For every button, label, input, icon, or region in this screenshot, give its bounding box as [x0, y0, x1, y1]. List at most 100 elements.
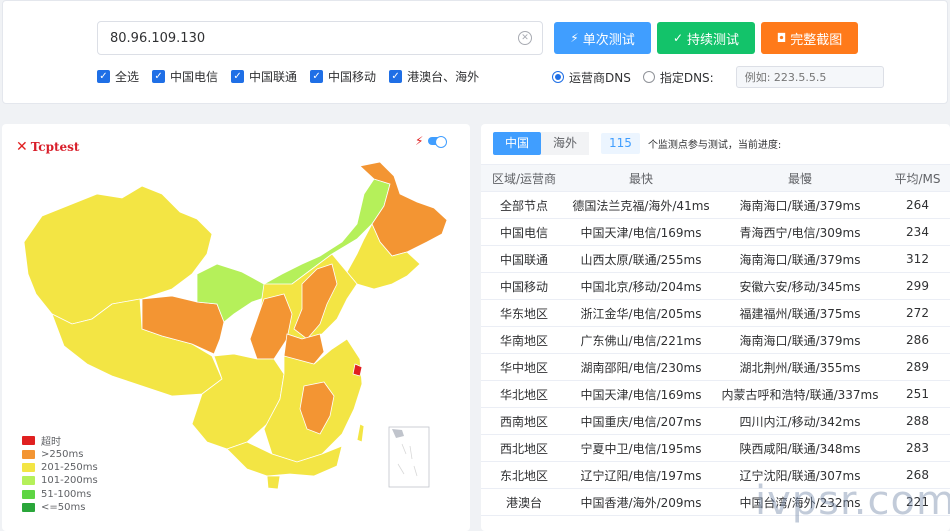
header-fastest: 最快	[567, 164, 715, 192]
cell-average: 234	[885, 218, 950, 246]
checkbox-label: 中国移动	[328, 70, 377, 84]
header-region: 区域/运营商	[481, 164, 567, 192]
cell-slowest: 福建福州/联通/375ms	[715, 299, 885, 327]
map-toggle-switch[interactable]	[428, 136, 447, 148]
test-control-panel: ✕ ⚡ 单次测试 ✓ 持续测试 ◘ 完整截图 ✓ 全选 ✓ 中国电信 ✓ 中国联…	[2, 0, 948, 104]
cell-slowest: 青海西宁/电信/309ms	[715, 218, 885, 246]
cell-fastest: 浙江金华/电信/205ms	[567, 299, 715, 327]
cell-average: 299	[885, 272, 950, 300]
cell-average: 251	[885, 380, 950, 408]
legend-label: 超时	[41, 437, 61, 449]
cell-region: 华南地区	[481, 326, 567, 354]
cell-region: 华东地区	[481, 299, 567, 327]
table-row[interactable]: 西南地区 中国重庆/电信/207ms 四川内江/移动/342ms 288	[481, 407, 950, 435]
map-region-taiwan[interactable]	[356, 423, 365, 443]
cell-fastest: 湖南邵阳/电信/230ms	[567, 353, 715, 381]
cell-fastest: 广东佛山/电信/221ms	[567, 326, 715, 354]
cell-fastest: 中国香港/海外/209ms	[567, 488, 715, 516]
checkbox-unicom[interactable]: ✓ 中国联通	[231, 68, 297, 85]
cell-region: 中国移动	[481, 272, 567, 300]
checkbox-checked-icon[interactable]: ✓	[97, 70, 110, 83]
cell-region: 港澳台	[481, 488, 567, 516]
legend-item[interactable]: 101-200ms	[22, 474, 98, 487]
checkbox-label: 港澳台、海外	[407, 70, 480, 84]
checkbox-checked-icon[interactable]: ✓	[152, 70, 166, 83]
legend-label: <=50ms	[41, 502, 86, 514]
table-body: 全部节点 德国法兰克福/海外/41ms 海南海口/联通/379ms 264 中国电信 中国…	[481, 191, 950, 516]
ip-input-wrapper: ✕	[97, 21, 543, 55]
legend-swatch	[22, 476, 35, 486]
cell-fastest: 德国法兰克福/海外/41ms	[567, 191, 715, 219]
cell-slowest: 海南海口/联通/379ms	[715, 245, 885, 273]
legend-item[interactable]: >250ms	[22, 447, 98, 460]
camera-icon: ◘	[776, 31, 787, 45]
cell-slowest: 海南海口/联通/379ms	[715, 326, 885, 354]
cell-slowest: 湖北荆州/联通/355ms	[715, 353, 885, 381]
table-row[interactable]: 中国电信 中国天津/电信/169ms 青海西宁/电信/309ms 234	[481, 218, 950, 246]
table-row[interactable]: 华中地区 湖南邵阳/电信/230ms 湖北荆州/联通/355ms 289	[481, 353, 950, 381]
inset-shape	[392, 429, 404, 438]
cell-fastest: 中国天津/电信/169ms	[567, 218, 715, 246]
south-china-sea-inset	[388, 426, 430, 488]
tab-overseas[interactable]: 海外	[541, 132, 590, 155]
ip-input[interactable]	[98, 22, 542, 54]
cell-average: 289	[885, 353, 950, 381]
table-row[interactable]: 中国联通 山西太原/联通/255ms 海南海口/联通/379ms 312	[481, 245, 950, 273]
legend-swatch	[22, 489, 35, 499]
table-row[interactable]: 西北地区 宁夏中卫/电信/195ms 陕西咸阳/联通/348ms 283	[481, 434, 950, 462]
header-average: 平均/MS	[885, 164, 950, 192]
continuous-test-button[interactable]: ✓ 持续测试	[657, 22, 755, 54]
continuous-test-label: 持续测试	[687, 32, 740, 48]
checkbox-label: 中国联通	[249, 70, 298, 84]
checkbox-checked-icon[interactable]: ✓	[310, 70, 324, 83]
checkbox-mobile[interactable]: ✓ 中国移动	[310, 68, 376, 85]
table-row[interactable]: 华东地区 浙江金华/电信/205ms 福建福州/联通/375ms 272	[481, 299, 950, 327]
legend-swatch	[22, 462, 35, 472]
cell-average: 283	[885, 434, 950, 462]
radio-checked-icon[interactable]	[552, 71, 564, 83]
cell-slowest: 安徽六安/移动/345ms	[715, 272, 885, 300]
checkbox-overseas[interactable]: ✓ 港澳台、海外	[389, 68, 479, 85]
checkbox-checked-icon[interactable]: ✓	[389, 70, 403, 83]
progress-text: 个监测点参与测试，当前进度:	[647, 140, 782, 151]
cell-average: 288	[885, 407, 950, 435]
cell-region: 西北地区	[481, 434, 567, 462]
custom-dns-input[interactable]	[735, 66, 884, 88]
isp-checkbox-group: ✓ 全选 ✓ 中国电信 ✓ 中国联通 ✓ 中国移动 ✓ 港澳台、海外	[97, 68, 492, 85]
legend-item[interactable]: 超时	[22, 434, 98, 449]
full-screenshot-label: 完整截图	[790, 32, 843, 48]
cell-slowest: 内蒙古呼和浩特/联通/337ms	[715, 380, 885, 408]
logo-mark-icon: ✕	[16, 139, 28, 155]
single-test-label: 单次测试	[582, 32, 635, 48]
cell-region: 华北地区	[481, 380, 567, 408]
cell-average: 286	[885, 326, 950, 354]
cell-region: 东北地区	[481, 461, 567, 489]
cell-slowest: 四川内江/移动/342ms	[715, 407, 885, 435]
lightning-icon: ⚡	[415, 134, 424, 148]
legend-label: 201-250ms	[41, 461, 98, 473]
radio-isp-dns[interactable]: 运营商DNS	[552, 69, 631, 86]
cell-slowest: 海南海口/联通/379ms	[715, 191, 885, 219]
checkbox-telecom[interactable]: ✓ 中国电信	[152, 68, 218, 85]
checkbox-checked-icon[interactable]: ✓	[231, 70, 245, 83]
radio-unchecked-icon[interactable]	[642, 71, 655, 83]
radio-custom-dns[interactable]: 指定DNS:	[642, 69, 714, 86]
legend-item[interactable]: 51-100ms	[22, 488, 98, 501]
legend-item[interactable]: 201-250ms	[22, 461, 98, 474]
cell-slowest: 陕西咸阳/联通/348ms	[715, 434, 885, 462]
table-row[interactable]: 华南地区 广东佛山/电信/221ms 海南海口/联通/379ms 286	[481, 326, 950, 354]
tcptest-logo: ✕ Tcptest	[16, 139, 79, 155]
legend-swatch	[22, 503, 35, 513]
map-region-hainan[interactable]	[266, 475, 281, 490]
legend-item[interactable]: <=50ms	[22, 501, 98, 514]
logo-text: Tcptest	[30, 140, 80, 154]
tab-china[interactable]: 中国	[493, 132, 542, 155]
legend-label: >250ms	[41, 448, 84, 460]
full-screenshot-button[interactable]: ◘ 完整截图	[761, 22, 858, 54]
single-test-button[interactable]: ⚡ 单次测试	[554, 22, 651, 54]
table-row[interactable]: 华北地区 中国天津/电信/169ms 内蒙古呼和浩特/联通/337ms 251	[481, 380, 950, 408]
clear-icon[interactable]: ✕	[518, 31, 532, 45]
table-row[interactable]: 中国移动 中国北京/移动/204ms 安徽六安/移动/345ms 299	[481, 272, 950, 300]
checkbox-select-all[interactable]: ✓ 全选	[97, 68, 139, 85]
table-row[interactable]: 全部节点 德国法兰克福/海外/41ms 海南海口/联通/379ms 264	[481, 191, 950, 219]
